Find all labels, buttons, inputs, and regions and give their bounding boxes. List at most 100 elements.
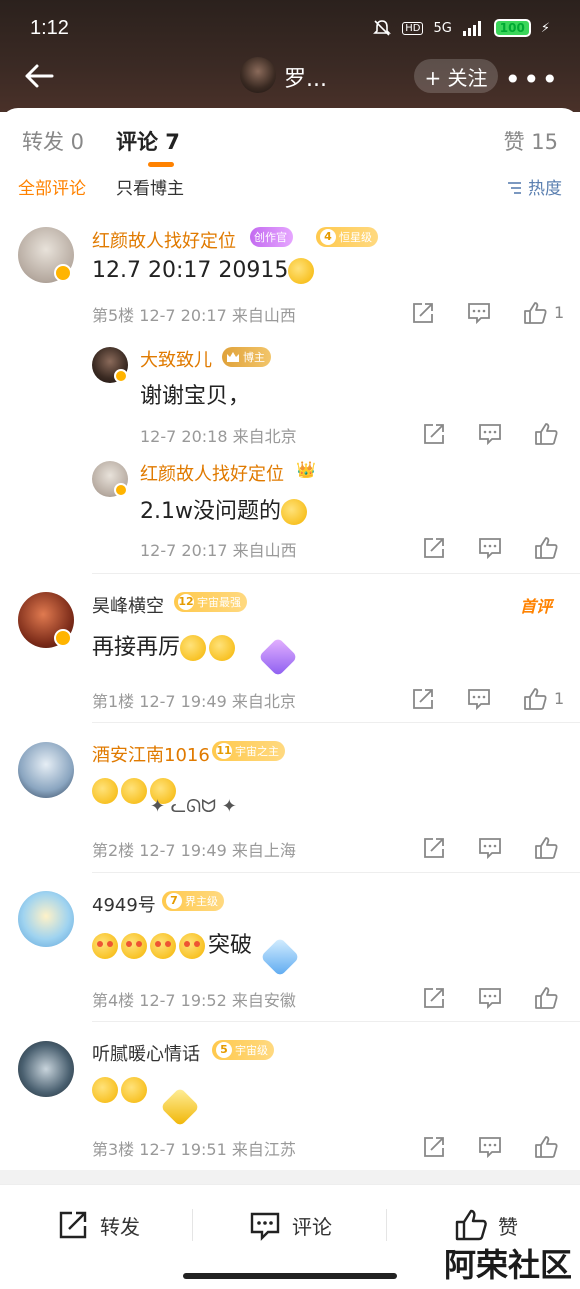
share-icon[interactable] — [410, 300, 436, 326]
section-gap — [0, 1170, 580, 1184]
level-badge: 11 宇宙之主 — [212, 741, 285, 761]
level-badge: 5 宇宙级 — [212, 1040, 274, 1060]
divider — [92, 1021, 580, 1022]
divider — [92, 573, 580, 574]
top-header: 1:12 HD 5G 100 ⚡ 罗... + 关注 ••• — [0, 0, 580, 112]
comment-username[interactable]: 酒安江南1016 — [92, 741, 210, 767]
divider — [192, 1209, 193, 1241]
comment-username[interactable]: 红颜故人找好定位 — [92, 227, 236, 253]
like-icon[interactable] — [533, 985, 559, 1011]
comment-username[interactable]: 昊峰横空 — [92, 592, 164, 618]
reply-text: 2.1w没问题的 — [140, 493, 310, 525]
watermark: 阿荣社区 — [443, 1246, 572, 1284]
share-icon[interactable] — [410, 686, 436, 712]
blogger-badge-label: 博主 — [243, 351, 265, 364]
repost-icon — [59, 1211, 87, 1239]
reply-icon[interactable] — [466, 300, 492, 326]
avatar[interactable] — [18, 891, 74, 947]
repost-label: 转发 — [100, 1214, 140, 1239]
repost-button[interactable]: 转发 — [56, 1207, 140, 1243]
tab-repost[interactable]: 转发 0 — [22, 126, 84, 156]
level-number: 7 — [166, 893, 182, 909]
filter-all-comments[interactable]: 全部评论 — [18, 174, 86, 199]
verified-badge-icon — [54, 629, 72, 647]
heart-eyes-emoji-icon — [150, 933, 176, 959]
sort-toggle[interactable]: 热度 — [507, 174, 562, 199]
comment-username[interactable]: 4949号 — [92, 891, 156, 917]
comment-username[interactable]: 听腻暖心情话 — [92, 1040, 200, 1066]
comment-text-content: 再接再厉 — [92, 635, 181, 660]
reply-icon[interactable] — [477, 985, 503, 1011]
like-icon[interactable] — [522, 300, 548, 326]
first-comment-tag: 首评 — [519, 597, 552, 616]
follow-button[interactable]: + 关注 — [414, 59, 498, 93]
like-icon[interactable] — [533, 535, 559, 561]
level-number: 4 — [320, 229, 336, 245]
share-icon[interactable] — [421, 985, 447, 1011]
reply-icon[interactable] — [477, 835, 503, 861]
blogger-badge: 博主 — [222, 347, 271, 367]
comment-text: 突破 — [92, 927, 252, 959]
emoji-icon — [92, 778, 118, 804]
sort-icon — [507, 182, 521, 194]
like-icon[interactable] — [522, 686, 548, 712]
tab-comment[interactable]: 评论 7 — [116, 126, 180, 156]
avatar[interactable] — [18, 742, 74, 798]
reply-username[interactable]: 大致致儿 — [140, 346, 212, 372]
sort-label: 热度 — [528, 179, 562, 199]
filter-owner-only[interactable]: 只看博主 — [116, 174, 184, 199]
reply-username[interactable]: 红颜故人找好定位 — [140, 460, 284, 486]
author-avatar[interactable] — [240, 57, 276, 93]
hd-icon: HD — [402, 21, 424, 35]
doge-emoji-icon — [209, 635, 236, 661]
tab-like[interactable]: 赞 15 — [504, 126, 558, 156]
emoji-icon — [280, 499, 307, 525]
back-arrow-icon[interactable] — [22, 59, 56, 93]
reply-meta: 12-7 20:18 来自北京 — [140, 427, 297, 446]
share-icon[interactable] — [421, 835, 447, 861]
crown-icon — [227, 352, 239, 362]
like-icon[interactable] — [533, 421, 559, 447]
reply-text: 谢谢宝贝， — [140, 384, 251, 409]
divider — [92, 722, 580, 723]
heart-eyes-emoji-icon — [179, 933, 205, 959]
level-label: 界主级 — [185, 895, 218, 908]
status-icons: HD 5G 100 ⚡ — [372, 18, 550, 38]
heart-eyes-emoji-icon — [92, 933, 118, 959]
reply-icon[interactable] — [477, 535, 503, 561]
emoji-icon — [121, 778, 147, 804]
like-icon[interactable] — [533, 835, 559, 861]
avatar[interactable] — [18, 1041, 74, 1097]
signal-icon — [462, 21, 481, 36]
reply-icon[interactable] — [477, 421, 503, 447]
like-icon[interactable] — [533, 1134, 559, 1160]
reply-meta: 12-7 20:17 来自山西 — [140, 541, 297, 560]
verified-badge-icon — [54, 264, 72, 282]
comment-button[interactable]: 评论 — [248, 1207, 332, 1243]
divider — [386, 1209, 387, 1241]
share-icon[interactable] — [421, 1134, 447, 1160]
reply-icon[interactable] — [477, 1134, 503, 1160]
level-label: 宇宙级 — [235, 1044, 268, 1057]
like-button[interactable]: 赞 — [454, 1207, 518, 1243]
emoji-icon — [288, 258, 315, 284]
comment-text-content: 突破 — [208, 933, 253, 958]
thumbs-up-icon — [455, 1209, 487, 1241]
reply-icon[interactable] — [466, 686, 492, 712]
mute-icon — [373, 20, 392, 36]
like-label: 赞 — [498, 1214, 518, 1239]
level-label: 宇宙最强 — [197, 596, 241, 609]
creator-badge-label: 创作官 — [254, 231, 287, 244]
comment-text — [92, 1077, 150, 1103]
share-icon[interactable] — [421, 535, 447, 561]
comment-label: 评论 — [292, 1214, 332, 1239]
share-icon[interactable] — [421, 421, 447, 447]
level-badge: 4 恒星级 — [316, 227, 378, 247]
more-menu-icon[interactable]: ••• — [504, 63, 560, 96]
comment-meta: 第5楼 12-7 20:17 来自山西 — [92, 306, 296, 325]
active-tab-indicator — [148, 162, 174, 167]
nav-title[interactable]: 罗... — [284, 61, 327, 93]
like-count: 1 — [554, 303, 565, 322]
home-indicator[interactable] — [183, 1273, 397, 1279]
heart-eyes-emoji-icon — [121, 933, 147, 959]
